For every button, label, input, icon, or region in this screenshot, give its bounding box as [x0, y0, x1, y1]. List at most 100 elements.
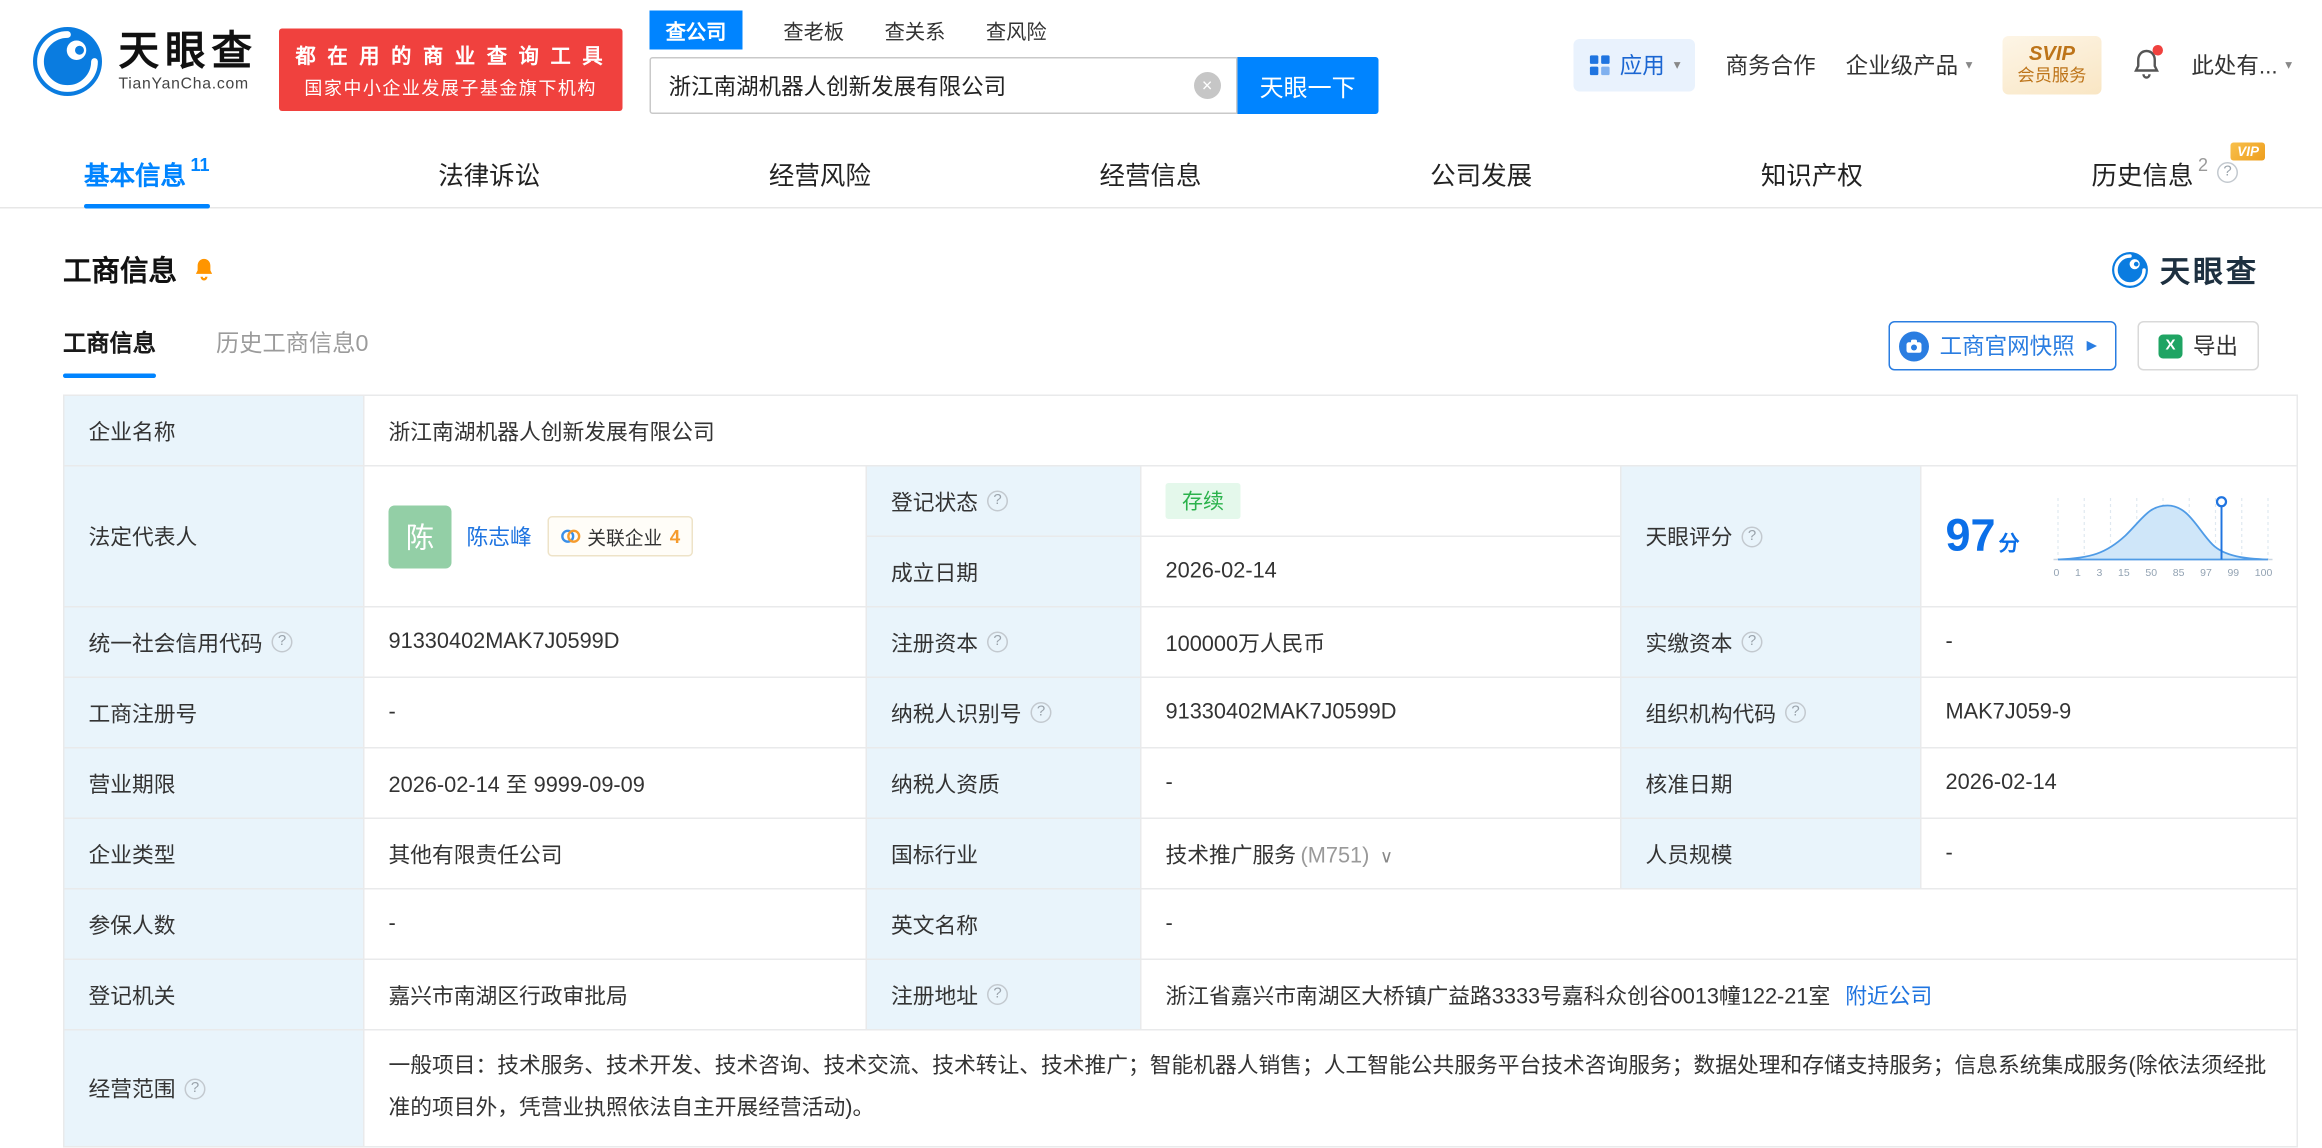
official-snapshot-button[interactable]: 工商官网快照 ▶	[1888, 321, 2117, 371]
reg-status-value: 存续	[1140, 465, 1622, 537]
tab-label: 知识产权	[1760, 161, 1863, 190]
svip-title: SVIP	[2028, 42, 2075, 65]
search-tab-risk[interactable]: 查风险	[986, 15, 1047, 45]
avatar[interactable]: 陈	[388, 504, 452, 568]
clear-icon[interactable]: ×	[1193, 72, 1221, 99]
help-icon[interactable]: ?	[987, 984, 1008, 1005]
logo-title: 天眼查	[118, 28, 258, 74]
nearby-companies-link[interactable]: 附近公司	[1845, 985, 1932, 1009]
credit-code-value: 91330402MAK7J0599D	[363, 606, 867, 678]
established-value: 2026-02-14	[1140, 535, 1622, 608]
subtab-history-business-info[interactable]: 历史工商信息0	[216, 326, 368, 379]
header: 天眼查 TianYanCha.com 都 在 用 的 商 业 查 询 工 具 国…	[0, 0, 2322, 138]
help-icon[interactable]: ?	[1741, 525, 1763, 547]
monitor-bell-icon[interactable]	[192, 257, 216, 283]
chart-x-ticks: 01 3 15 50 85 97 99 100	[2053, 568, 2273, 580]
brand-watermark-text: 天眼查	[2160, 256, 2259, 290]
taxpayer-quality-label: 纳税人资质	[865, 747, 1142, 819]
camera-icon	[1899, 330, 1930, 361]
taxpayer-id-value: 91330402MAK7J0599D	[1140, 676, 1622, 749]
related-count: 4	[669, 525, 681, 547]
address-value: 浙江省嘉兴市南湖区大桥镇广益路3333号嘉科众创谷0013幢122-21室 附近公…	[1140, 958, 2298, 1031]
user-menu[interactable]: 此处有... ▾	[2191, 49, 2292, 81]
company-type-value: 其他有限责任公司	[363, 817, 867, 890]
tab-company-development[interactable]: 公司发展	[1430, 138, 1532, 207]
score-distribution-chart: 01 3 15 50 85 97 99 100	[2053, 494, 2273, 580]
search-tabs: 查公司 查老板 查关系 查风险	[649, 10, 1378, 50]
table-row: 企业类型 其他有限责任公司 国标行业 技术推广服务 (M751) ∨ 人员规模 -	[63, 817, 2298, 890]
table-row: 工商注册号 - 纳税人识别号? 91330402MAK7J0599D 组织机构代…	[63, 676, 2298, 749]
tianyancha-logo[interactable]: 天眼查 TianYanCha.com	[30, 24, 258, 99]
enterprise-products-menu[interactable]: 企业级产品 ▾	[1846, 49, 1973, 81]
help-icon[interactable]: ?	[987, 490, 1008, 512]
english-name-value: -	[1140, 888, 2298, 960]
tab-basic-info[interactable]: 基本信息 11	[84, 138, 210, 209]
svip-subtitle: 会员服务	[2017, 67, 2087, 86]
export-button[interactable]: X 导出	[2137, 321, 2259, 371]
search-button[interactable]: 天眼一下	[1237, 57, 1379, 114]
company-name-value: 浙江南湖机器人创新发展有限公司	[363, 394, 2298, 467]
logo-text-block: 天眼查 TianYanCha.com	[118, 28, 259, 94]
search-tab-company[interactable]: 查公司	[649, 10, 743, 50]
org-code-value: MAK7J059-9	[1920, 676, 2298, 749]
expand-icon[interactable]: ∨	[1380, 845, 1393, 866]
legal-rep-link[interactable]: 陈志峰	[467, 521, 532, 553]
legal-rep-label: 法定代表人	[63, 465, 365, 608]
help-icon[interactable]: ?	[1030, 702, 1052, 723]
help-icon[interactable]: ?	[184, 1077, 206, 1099]
business-scope-label: 经营范围?	[63, 1029, 365, 1148]
help-icon[interactable]: ?	[271, 631, 293, 653]
tianyancha-logo-icon	[33, 27, 102, 96]
header-right: 应用 ▾ 商务合作 企业级产品 ▾ SVIP 会员服务 此处有... ▾	[1573, 36, 2292, 95]
tab-label: 公司发展	[1430, 161, 1533, 190]
related-companies-badge[interactable]: 关联企业 4	[546, 516, 694, 557]
taxpayer-id-label: 纳税人识别号?	[865, 676, 1142, 749]
approval-date-value: 2026-02-14	[1920, 747, 2298, 819]
english-name-label: 英文名称	[865, 888, 1142, 960]
chevron-down-icon: ▾	[1965, 56, 1973, 72]
business-cooperation-link[interactable]: 商务合作	[1726, 49, 1816, 81]
excel-icon: X	[2158, 333, 2183, 358]
help-icon[interactable]: ?	[1741, 631, 1763, 653]
reg-capital-value: 100000万人民币	[1140, 606, 1622, 678]
chevron-down-icon: ▾	[2285, 56, 2292, 72]
reg-number-label: 工商注册号	[63, 676, 365, 749]
tab-operation-info[interactable]: 经营信息	[1100, 138, 1202, 207]
insured-count-value: -	[363, 888, 867, 960]
svip-member-button[interactable]: SVIP 会员服务	[2002, 36, 2102, 95]
help-icon[interactable]: ?	[2217, 162, 2238, 183]
apps-button[interactable]: 应用 ▾	[1573, 38, 1696, 92]
table-row: 参保人数 - 英文名称 -	[63, 888, 2298, 960]
brand-watermark: 天眼查	[2111, 248, 2299, 292]
search-input[interactable]	[650, 72, 1236, 99]
tab-count: 2	[2197, 154, 2208, 176]
org-code-label: 组织机构代码?	[1620, 676, 1922, 749]
subtab-business-info[interactable]: 工商信息	[63, 326, 157, 378]
promo-line2: 国家中小企业发展子基金旗下机构	[304, 78, 597, 99]
company-nav-tabs: 基本信息 11 法律诉讼 经营风险 经营信息 公司发展 知识产权 历史信息 2 …	[0, 138, 2322, 209]
business-info-table: 企业名称 浙江南湖机器人创新发展有限公司 法定代表人 陈 陈志峰 关联企业 4	[63, 394, 2298, 1148]
tab-intellectual-property[interactable]: 知识产权	[1761, 138, 1863, 207]
search-area: 查公司 查老板 查关系 查风险 × 天眼一下	[649, 10, 1379, 114]
chevron-down-icon: ▾	[1673, 56, 1681, 72]
search-tab-relation[interactable]: 查关系	[885, 15, 946, 45]
tab-label: 经营风险	[768, 161, 871, 190]
page-title: 工商信息	[63, 256, 178, 289]
help-icon[interactable]: ?	[987, 631, 1008, 653]
tab-history-info[interactable]: 历史信息 2 ? VIP	[2091, 138, 2265, 207]
tab-operation-risk[interactable]: 经营风险	[769, 138, 871, 207]
reg-number-value: -	[363, 676, 867, 749]
industry-code: (M751)	[1300, 843, 1370, 868]
logo-subtitle: TianYanCha.com	[118, 75, 249, 94]
score-value: 97 分	[1945, 510, 2020, 561]
business-scope-value: 一般项目：技术服务、技术开发、技术咨询、技术交流、技术转让、技术推广；智能机器人…	[363, 1029, 2298, 1148]
table-row: 统一社会信用代码? 91330402MAK7J0599D 注册资本? 10000…	[63, 606, 2298, 678]
reg-status-label: 登记状态?	[865, 465, 1142, 537]
help-icon[interactable]: ?	[1785, 702, 1806, 723]
related-companies-icon	[560, 529, 580, 543]
tab-count: 11	[190, 154, 210, 176]
company-name-label: 企业名称	[63, 394, 365, 467]
tab-legal-proceedings[interactable]: 法律诉讼	[438, 138, 540, 207]
search-tab-boss[interactable]: 查老板	[783, 15, 844, 45]
notification-bell-icon[interactable]	[2131, 45, 2163, 82]
